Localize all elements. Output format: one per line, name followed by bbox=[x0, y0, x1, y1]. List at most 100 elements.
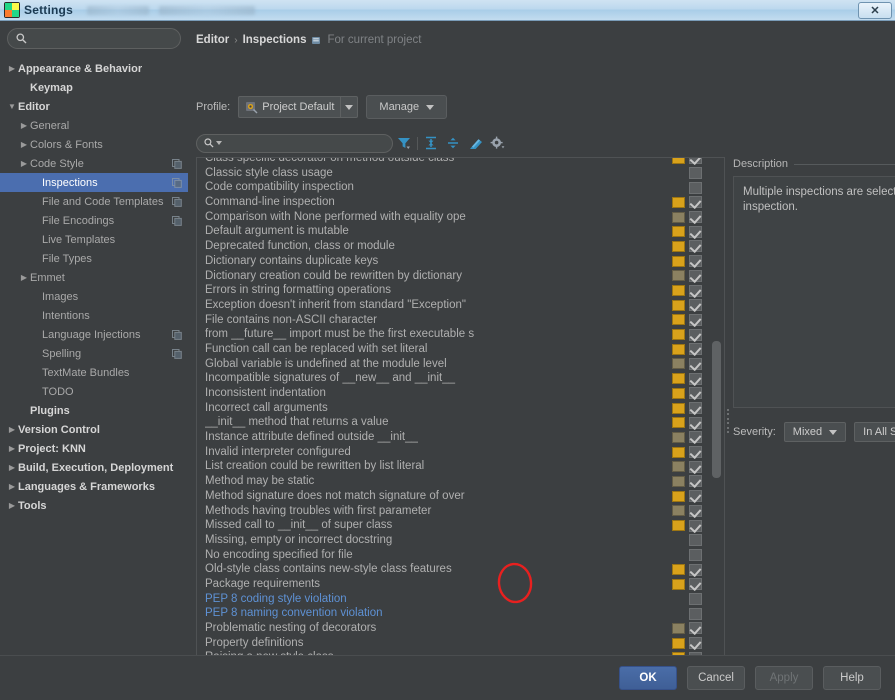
chevron-right-icon[interactable]: ▶ bbox=[6, 65, 18, 73]
inspection-enabled-checkbox[interactable] bbox=[689, 285, 702, 297]
settings-gear-icon[interactable] bbox=[486, 133, 508, 153]
sidebar-item-live-templates[interactable]: Live Templates bbox=[0, 230, 188, 249]
sidebar-item-file-and-code-templates[interactable]: File and Code Templates bbox=[0, 192, 188, 211]
inspection-enabled-checkbox[interactable] bbox=[689, 534, 702, 546]
inspection-enabled-checkbox[interactable] bbox=[689, 475, 702, 487]
inspection-row[interactable]: Global variable is undefined at the modu… bbox=[197, 357, 708, 372]
inspection-enabled-checkbox[interactable] bbox=[689, 622, 702, 634]
sidebar-item-emmet[interactable]: ▶Emmet bbox=[0, 268, 188, 287]
sidebar-item-file-types[interactable]: File Types bbox=[0, 249, 188, 268]
severity-select[interactable]: Mixed bbox=[784, 422, 846, 442]
inspection-row[interactable]: PEP 8 naming convention violation bbox=[197, 606, 708, 621]
sidebar-item-keymap[interactable]: Keymap bbox=[0, 78, 188, 97]
scrollbar-thumb[interactable] bbox=[712, 341, 721, 478]
scope-select[interactable]: In All Scopes bbox=[854, 422, 895, 442]
copy-settings-icon[interactable] bbox=[172, 330, 182, 340]
reset-eraser-icon[interactable] bbox=[464, 133, 486, 153]
chevron-right-icon[interactable]: ▶ bbox=[6, 464, 18, 472]
inspection-row[interactable]: Incompatible signatures of __new__ and _… bbox=[197, 371, 708, 386]
sidebar-item-file-encodings[interactable]: File Encodings bbox=[0, 211, 188, 230]
copy-settings-icon[interactable] bbox=[172, 216, 182, 226]
inspection-row[interactable]: Method signature does not match signatur… bbox=[197, 489, 708, 504]
chevron-right-icon[interactable]: ▶ bbox=[6, 445, 18, 453]
inspection-row[interactable]: Classic style class usage bbox=[197, 166, 708, 181]
inspection-row[interactable]: Function call can be replaced with set l… bbox=[197, 342, 708, 357]
help-button[interactable]: Help bbox=[823, 666, 881, 690]
sidebar-item-inspections[interactable]: Inspections bbox=[0, 173, 188, 192]
inspection-search-box[interactable] bbox=[196, 134, 393, 153]
sidebar-item-spelling[interactable]: Spelling bbox=[0, 344, 188, 363]
inspection-row[interactable]: No encoding specified for file bbox=[197, 548, 708, 563]
inspection-row[interactable]: Property definitions bbox=[197, 636, 708, 651]
inspection-row[interactable]: Errors in string formatting operations bbox=[197, 283, 708, 298]
inspection-row[interactable]: Exception doesn't inherit from standard … bbox=[197, 298, 708, 313]
sidebar-item-version-control[interactable]: ▶Version Control bbox=[0, 420, 188, 439]
inspection-row[interactable]: Command-line inspection bbox=[197, 195, 708, 210]
sidebar-item-build-execution-deployment[interactable]: ▶Build, Execution, Deployment bbox=[0, 458, 188, 477]
inspection-list-scrollbar[interactable] bbox=[711, 158, 722, 666]
inspection-row[interactable]: Incorrect call arguments bbox=[197, 401, 708, 416]
sidebar-item-colors-fonts[interactable]: ▶Colors & Fonts bbox=[0, 135, 188, 154]
inspection-enabled-checkbox[interactable] bbox=[689, 314, 702, 326]
pane-splitter-grip[interactable] bbox=[727, 409, 732, 433]
inspection-row[interactable]: Invalid interpreter configured bbox=[197, 445, 708, 460]
cancel-button[interactable]: Cancel bbox=[687, 666, 745, 690]
inspection-enabled-checkbox[interactable] bbox=[689, 431, 702, 443]
inspection-row[interactable]: File contains non-ASCII character bbox=[197, 313, 708, 328]
inspection-row[interactable]: Deprecated function, class or module bbox=[197, 239, 708, 254]
sidebar-item-images[interactable]: Images bbox=[0, 287, 188, 306]
inspection-enabled-checkbox[interactable] bbox=[689, 196, 702, 208]
inspection-list[interactable]: Class specific decorator on method outsi… bbox=[196, 157, 725, 667]
search-input[interactable] bbox=[30, 32, 176, 46]
inspection-enabled-checkbox[interactable] bbox=[689, 358, 702, 370]
inspection-row[interactable]: Code compatibility inspection bbox=[197, 180, 708, 195]
profile-select-arrow[interactable] bbox=[340, 97, 357, 117]
profile-select[interactable]: Project Default bbox=[238, 96, 358, 118]
inspection-row[interactable]: Methods having troubles with first param… bbox=[197, 504, 708, 519]
expand-all-icon[interactable] bbox=[420, 133, 442, 153]
sidebar-item-todo[interactable]: TODO bbox=[0, 382, 188, 401]
inspection-enabled-checkbox[interactable] bbox=[689, 564, 702, 576]
inspection-row[interactable]: Dictionary creation could be rewritten b… bbox=[197, 269, 708, 284]
sidebar-item-languages-frameworks[interactable]: ▶Languages & Frameworks bbox=[0, 477, 188, 496]
sidebar-item-textmate-bundles[interactable]: TextMate Bundles bbox=[0, 363, 188, 382]
sidebar-item-tools[interactable]: ▶Tools bbox=[0, 496, 188, 515]
inspection-enabled-checkbox[interactable] bbox=[689, 157, 702, 164]
copy-settings-icon[interactable] bbox=[172, 349, 182, 359]
inspection-enabled-checkbox[interactable] bbox=[689, 490, 702, 502]
manage-button[interactable]: Manage bbox=[366, 95, 447, 119]
inspection-enabled-checkbox[interactable] bbox=[689, 578, 702, 590]
sidebar-item-editor[interactable]: ▼Editor bbox=[0, 97, 188, 116]
ok-button[interactable]: OK bbox=[619, 666, 677, 690]
inspection-row[interactable]: Inconsistent indentation bbox=[197, 386, 708, 401]
inspection-row[interactable]: Instance attribute defined outside __ini… bbox=[197, 430, 708, 445]
collapse-all-icon[interactable] bbox=[442, 133, 464, 153]
sidebar-item-project-knn[interactable]: ▶Project: KNN bbox=[0, 439, 188, 458]
inspection-row[interactable]: Class specific decorator on method outsi… bbox=[197, 157, 708, 166]
sidebar-item-plugins[interactable]: Plugins bbox=[0, 401, 188, 420]
inspection-row[interactable]: Missing, empty or incorrect docstring bbox=[197, 533, 708, 548]
inspection-enabled-checkbox[interactable] bbox=[689, 402, 702, 414]
sidebar-item-language-injections[interactable]: Language Injections bbox=[0, 325, 188, 344]
sidebar-item-general[interactable]: ▶General bbox=[0, 116, 188, 135]
inspection-enabled-checkbox[interactable] bbox=[689, 343, 702, 355]
chevron-right-icon[interactable]: ▶ bbox=[6, 426, 18, 434]
inspection-enabled-checkbox[interactable] bbox=[689, 387, 702, 399]
chevron-right-icon[interactable]: ▶ bbox=[18, 160, 30, 168]
chevron-right-icon[interactable]: ▶ bbox=[6, 502, 18, 510]
inspection-row[interactable]: __init__ method that returns a value bbox=[197, 415, 708, 430]
inspection-row[interactable]: Default argument is mutable bbox=[197, 224, 708, 239]
sidebar-search-box[interactable] bbox=[7, 28, 181, 49]
sidebar-item-code-style[interactable]: ▶Code Style bbox=[0, 154, 188, 173]
inspection-row[interactable]: Problematic nesting of decorators bbox=[197, 621, 708, 636]
inspection-enabled-checkbox[interactable] bbox=[689, 637, 702, 649]
inspection-enabled-checkbox[interactable] bbox=[689, 446, 702, 458]
close-icon[interactable]: ✕ bbox=[858, 2, 892, 19]
inspection-row[interactable]: List creation could be rewritten by list… bbox=[197, 459, 708, 474]
inspection-enabled-checkbox[interactable] bbox=[689, 329, 702, 341]
inspection-enabled-checkbox[interactable] bbox=[689, 373, 702, 385]
copy-settings-icon[interactable] bbox=[172, 197, 182, 207]
inspection-row[interactable]: Method may be static bbox=[197, 474, 708, 489]
inspection-row[interactable]: Missed call to __init__ of super class bbox=[197, 518, 708, 533]
inspection-enabled-checkbox[interactable] bbox=[689, 461, 702, 473]
